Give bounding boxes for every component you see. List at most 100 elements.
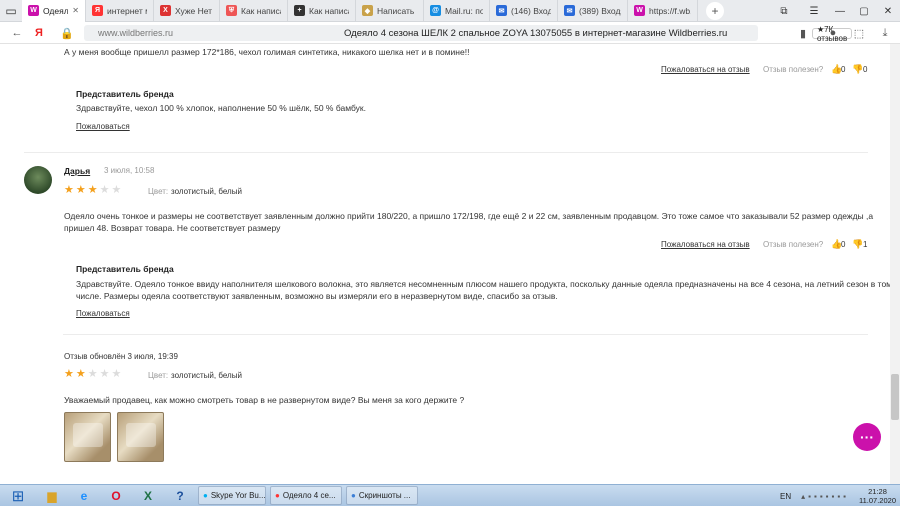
tab-bar: ▭ WОдеяло 4 с✕Яинтернет маХХуже Нет - К⛨… <box>0 0 900 22</box>
browser-tab[interactable]: Whttps://f.wb. <box>628 0 698 22</box>
divider <box>24 152 868 153</box>
star-empty-icon: ★ <box>87 368 98 380</box>
browser-tab[interactable]: ◆ Написать и о <box>356 0 424 22</box>
review-date: 3 июля, 10:58 <box>104 166 155 175</box>
taskbar-app-button[interactable]: ● Skype Yor Bu... <box>198 486 266 505</box>
tab-favicon-icon: W <box>28 5 39 16</box>
download-icon[interactable]: ⤓ <box>874 22 896 44</box>
profile-avatar[interactable]: ● <box>822 22 844 44</box>
review-text: Уважаемый продавец, как можно смотреть т… <box>64 395 465 405</box>
brand-reply-title: Представитель бренда <box>76 89 174 99</box>
tab-title: Как написать <box>241 5 281 16</box>
tab-title: Как написать <box>309 5 349 16</box>
browser-tab[interactable]: ✉ (389) Входящ <box>558 0 628 22</box>
taskbar-app-button[interactable]: ● Скриншоты ... <box>346 486 418 505</box>
browser-tab[interactable]: @ Mail.ru: почт <box>424 0 490 22</box>
chat-bubble-icon[interactable]: ··· <box>853 423 881 451</box>
review-photo[interactable] <box>64 412 111 462</box>
tab-title: Одеяло 4 с <box>43 5 69 16</box>
excel-icon[interactable]: X <box>135 486 161 506</box>
close-window-button[interactable]: ✕ <box>874 0 900 22</box>
start-button[interactable]: ⊞ <box>3 486 33 506</box>
brand-reply-title: Представитель бренда <box>76 264 174 274</box>
divider <box>63 334 868 335</box>
color-value: золотистый, белый <box>171 187 242 196</box>
app-icon: ● <box>275 491 280 500</box>
window-bookmark-icon[interactable]: ☰ <box>800 0 828 22</box>
app-icon: ● <box>203 491 208 500</box>
star-filled-icon: ★ <box>64 184 74 196</box>
tab-title: (146) Входящ <box>511 5 551 16</box>
complain-link[interactable]: Пожаловаться <box>76 122 130 131</box>
tab-title: Хуже Нет - К <box>175 5 213 16</box>
extensions-icon[interactable]: ⬚ <box>848 22 870 44</box>
help-icon[interactable]: ? <box>167 486 193 506</box>
browser-tab[interactable]: + Как написать <box>288 0 356 22</box>
color-value: золотистый, белый <box>171 371 242 380</box>
browser-tab[interactable]: W Одеяло 4 с✕ <box>22 0 86 22</box>
tray-icons[interactable]: ▴▪▪▪▪▪▪▪ <box>801 492 849 501</box>
tab-title: интернет ма <box>107 5 147 16</box>
window-copy-icon[interactable]: ⧉ <box>770 0 798 22</box>
app-label: Skype Yor Bu... <box>210 491 266 500</box>
language-indicator[interactable]: EN <box>780 492 791 501</box>
star-empty-icon: ★ <box>99 184 110 196</box>
explorer-icon[interactable]: ▆ <box>39 486 65 506</box>
dislikes-count: 0 <box>863 65 868 74</box>
address-bar: ← Я 🔒 www.wildberries.ru Одеяло 4 сезона… <box>0 22 900 44</box>
taskbar: ⊞ ▆ e O X ? ● Skype Yor Bu... ● Одеяло 4 се… <box>0 484 900 506</box>
thumbs-down-icon[interactable]: 👎 <box>852 64 863 75</box>
tab-favicon-icon: W <box>634 5 645 16</box>
tab-favicon-icon: Я <box>92 5 103 16</box>
browser-tab[interactable]: Х Хуже Нет - К <box>154 0 220 22</box>
scrollbar-thumb[interactable] <box>891 374 899 420</box>
browser-tab[interactable]: Яинтернет ма <box>86 0 154 22</box>
tab-favicon-icon: @ <box>430 5 441 16</box>
avatar <box>24 166 52 194</box>
thumbs-down-icon[interactable]: 👎 <box>852 239 863 250</box>
opera-icon[interactable]: O <box>103 486 129 506</box>
back-button[interactable]: ← <box>6 22 28 44</box>
tabs-menu-icon[interactable]: ▭ <box>2 1 20 21</box>
tab-favicon-icon: Х <box>160 5 171 16</box>
star-filled-icon: ★ <box>75 368 86 380</box>
tab-favicon-icon: ◆ <box>362 5 373 16</box>
star-empty-icon: ★ <box>99 368 110 380</box>
helpful-label: Отзыв полезен? <box>763 65 824 74</box>
clock-time[interactable]: 21:28 <box>868 487 887 496</box>
scrollbar[interactable] <box>890 44 900 484</box>
clock-date[interactable]: 11.07.2020 <box>859 496 896 505</box>
tab-favicon-icon: ✉ <box>496 5 507 16</box>
helpful-label: Отзыв полезен? <box>763 240 824 249</box>
close-tab-icon[interactable]: ✕ <box>72 6 79 15</box>
star-filled-icon: ★ <box>75 184 86 196</box>
browser-tab[interactable]: ⛨ Как написать <box>220 0 288 22</box>
page-title: Одеяло 4 сезона ШЕЛК 2 спальное ZOYA 130… <box>344 27 728 39</box>
internet-explorer-icon[interactable]: e <box>71 486 97 506</box>
star-filled-icon: ★ <box>87 184 98 196</box>
complain-review-link[interactable]: Пожаловаться на отзыв <box>661 240 750 249</box>
tab-favicon-icon: ✉ <box>564 5 575 16</box>
tab-title: Написать и о <box>377 5 417 16</box>
app-icon: ● <box>351 491 356 500</box>
taskbar-apps: ● Skype Yor Bu... ● Одеяло 4 се... ● Скриншот… <box>196 486 420 505</box>
taskbar-app-button[interactable]: ● Одеяло 4 се... <box>270 486 342 505</box>
page-content: А у меня вообще пришелл размер 172*186, … <box>0 44 900 484</box>
likes-count: 0 <box>841 240 846 249</box>
complain-link[interactable]: Пожаловаться <box>76 309 130 318</box>
author-name[interactable]: Дарья <box>64 166 90 176</box>
lock-icon[interactable]: 🔒 <box>56 22 78 44</box>
brand-reply-line2: числе. Размеры одеяла соответствуют заяв… <box>76 291 558 301</box>
complain-review-link[interactable]: Пожаловаться на отзыв <box>661 65 750 74</box>
app-label: Скриншоты ... <box>358 491 411 500</box>
browser-tab[interactable]: ✉ (146) Входящ <box>490 0 558 22</box>
rating-stars: ★ ★ ★ ★ ★ <box>64 185 123 196</box>
bookmark-icon[interactable]: ▮ <box>792 22 814 44</box>
new-tab-button[interactable]: + <box>706 1 724 20</box>
app-label: Одеяло 4 се... <box>282 491 336 500</box>
url-field[interactable]: www.wildberries.ru Одеяло 4 сезона ШЕЛК … <box>84 25 853 43</box>
brand-reply-text: Здравствуйте, чехол 100 % хлопок, наполн… <box>76 103 366 113</box>
review-photo[interactable] <box>117 412 164 462</box>
tab-title: (389) Входящ <box>579 5 621 16</box>
yandex-logo-icon[interactable]: Я <box>28 22 50 44</box>
